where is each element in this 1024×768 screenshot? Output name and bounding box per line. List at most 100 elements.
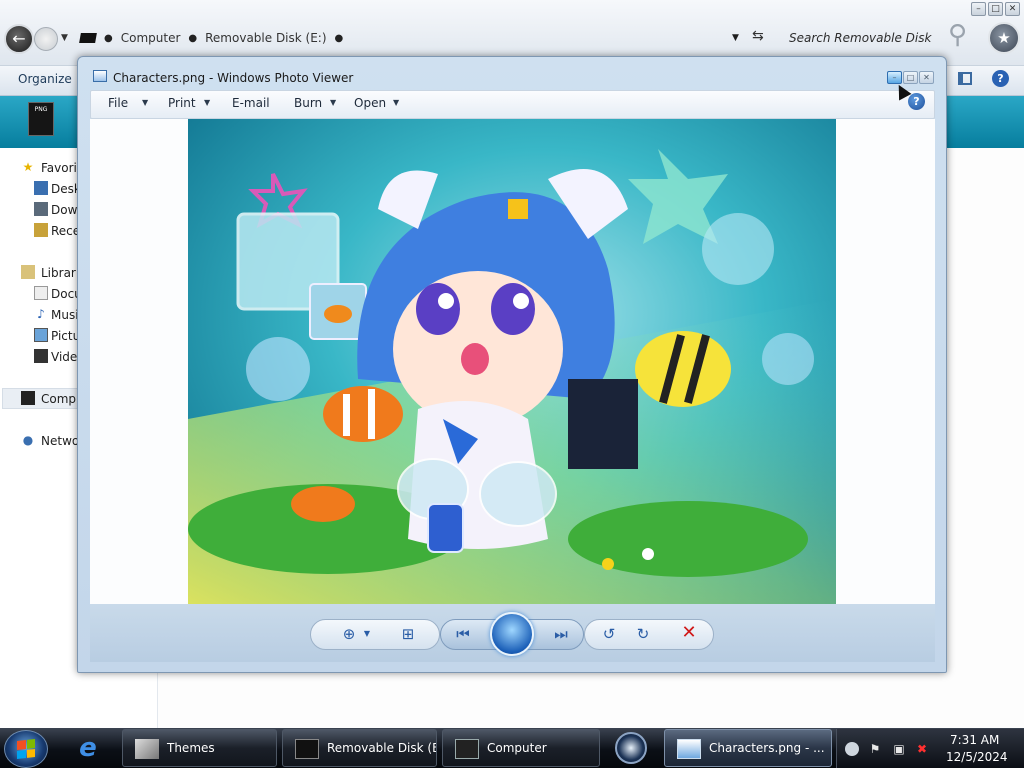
menu-email[interactable]: E-mail bbox=[232, 96, 270, 110]
volume-muted-icon[interactable]: ✖ bbox=[915, 742, 929, 756]
pictures-icon bbox=[34, 328, 48, 342]
back-button[interactable]: ← bbox=[4, 24, 34, 54]
menu-file[interactable]: File bbox=[108, 96, 128, 110]
taskbar-button-label: Themes bbox=[167, 741, 215, 755]
nav-item-recent-places[interactable]: Recent Places bbox=[51, 224, 78, 238]
nav-item-libraries[interactable]: Libraries bbox=[41, 266, 78, 280]
clock-date[interactable]: 12/5/2024 bbox=[946, 750, 1008, 764]
white-flower bbox=[642, 548, 654, 560]
minimize-icon[interactable]: – bbox=[971, 2, 986, 16]
actual-size-icon[interactable]: ⊞ bbox=[397, 624, 419, 644]
right-eye bbox=[491, 283, 535, 335]
bubble bbox=[762, 333, 814, 385]
computer-icon bbox=[455, 739, 479, 759]
forward-button[interactable] bbox=[34, 27, 58, 51]
clownfish-stripe bbox=[343, 394, 350, 436]
media-player-icon[interactable] bbox=[615, 732, 647, 764]
menu-print[interactable]: Print bbox=[168, 96, 196, 110]
nav-item-pictures[interactable]: Pictures bbox=[51, 329, 78, 343]
right-eye-shine bbox=[513, 293, 529, 309]
burn-dropdown-icon[interactable]: ▼ bbox=[330, 98, 336, 107]
network-status-icon[interactable]: ▣ bbox=[892, 742, 906, 756]
tray-app-icon[interactable] bbox=[845, 742, 859, 756]
displayed-image bbox=[188, 119, 836, 605]
goldfish bbox=[324, 305, 352, 323]
refresh-icon[interactable]: ⇆ bbox=[752, 28, 764, 44]
recent-pages-dropdown-icon[interactable]: ▼ bbox=[61, 33, 68, 43]
nav-item-documents[interactable]: Documents bbox=[51, 287, 78, 301]
taskbar-button-themes[interactable]: Themes bbox=[122, 729, 277, 767]
viewer-window-controls: – □ ✕ bbox=[887, 71, 934, 84]
star-icon: ★ bbox=[22, 160, 34, 174]
close-icon[interactable]: ✕ bbox=[1005, 2, 1020, 16]
address-bar[interactable]: ● Computer ● Removable Disk (E:) ● bbox=[76, 26, 776, 50]
breadcrumb-removable-disk[interactable]: Removable Disk (E:) bbox=[205, 31, 326, 45]
nav-item-videos[interactable]: Videos bbox=[51, 350, 78, 364]
bubble bbox=[246, 337, 310, 401]
nav-item-desktop[interactable]: Desktop bbox=[51, 182, 78, 196]
computer-icon bbox=[21, 391, 35, 405]
desktop-icon bbox=[34, 181, 48, 195]
slideshow-button[interactable] bbox=[490, 612, 534, 656]
rotate-clockwise-icon[interactable]: ↻ bbox=[632, 624, 654, 644]
nav-item-network[interactable]: Network bbox=[41, 434, 78, 448]
preview-pane-icon[interactable] bbox=[958, 72, 972, 85]
monitor bbox=[568, 379, 638, 469]
breadcrumb-separator-icon[interactable]: ● bbox=[335, 33, 344, 44]
taskbar-button-label: Computer bbox=[487, 741, 547, 755]
search-icon[interactable]: ⚲ bbox=[948, 20, 982, 54]
image-canvas[interactable] bbox=[90, 119, 935, 605]
small-clownfish bbox=[291, 486, 355, 522]
breadcrumb-separator-icon[interactable]: ● bbox=[104, 33, 113, 44]
left-eye-shine bbox=[438, 293, 454, 309]
zoom-dropdown-icon[interactable]: ▼ bbox=[356, 624, 378, 644]
photo-viewer-app-icon bbox=[93, 70, 107, 82]
windows-logo-clip bbox=[508, 199, 528, 219]
maximize-icon[interactable]: □ bbox=[988, 2, 1003, 16]
delete-icon[interactable]: ✕ bbox=[678, 623, 700, 643]
drive-icon bbox=[79, 33, 97, 43]
rotate-counterclockwise-icon[interactable]: ↺ bbox=[598, 624, 620, 644]
drive-icon bbox=[295, 739, 319, 759]
open-mouth bbox=[461, 343, 489, 375]
open-dropdown-icon[interactable]: ▼ bbox=[393, 98, 399, 107]
viewer-menu-bar bbox=[90, 90, 935, 119]
organize-button[interactable]: Organize bbox=[18, 72, 72, 86]
clock-time[interactable]: 7:31 AM bbox=[950, 733, 999, 747]
nav-item-music[interactable]: Music bbox=[51, 308, 78, 322]
left-eye bbox=[416, 283, 460, 335]
clownfish-stripe bbox=[368, 389, 375, 439]
themes-icon bbox=[135, 739, 159, 759]
search-input[interactable]: Search Removable Disk (E:) bbox=[784, 26, 936, 69]
next-icon[interactable]: ⏭ bbox=[550, 624, 572, 644]
taskbar-button-removable-disk[interactable]: Removable Disk (E:) bbox=[282, 729, 437, 767]
close-icon[interactable]: ✕ bbox=[919, 71, 934, 84]
file-dropdown-icon[interactable]: ▼ bbox=[142, 98, 148, 107]
menu-open[interactable]: Open bbox=[354, 96, 386, 110]
breadcrumb-computer[interactable]: Computer bbox=[121, 31, 181, 45]
address-dropdown-icon[interactable]: ▼ bbox=[732, 33, 739, 43]
taskbar-button-computer[interactable]: Computer bbox=[442, 729, 600, 767]
previous-icon[interactable]: ⏮ bbox=[452, 624, 474, 644]
music-player bbox=[427, 503, 464, 553]
menu-burn[interactable]: Burn bbox=[294, 96, 322, 110]
music-icon: ♪ bbox=[37, 307, 45, 321]
minimize-icon[interactable]: – bbox=[887, 71, 902, 84]
documents-icon bbox=[34, 286, 48, 300]
star-icon[interactable]: ★ bbox=[988, 22, 1020, 54]
fishbowl-right bbox=[479, 461, 557, 527]
help-icon[interactable]: ? bbox=[908, 93, 925, 110]
explorer-window-controls: – □ ✕ bbox=[971, 2, 1020, 16]
breadcrumb-separator-icon[interactable]: ● bbox=[188, 33, 197, 44]
print-dropdown-icon[interactable]: ▼ bbox=[204, 98, 210, 107]
videos-icon bbox=[34, 349, 48, 363]
help-icon[interactable]: ? bbox=[992, 70, 1009, 87]
photo-viewer-window: Characters.png - Windows Photo Viewer – … bbox=[77, 56, 947, 673]
nav-item-downloads[interactable]: Downloads bbox=[51, 203, 78, 217]
nav-item-computer[interactable]: Computer bbox=[41, 392, 78, 406]
internet-explorer-icon[interactable]: e bbox=[72, 732, 104, 764]
taskbar-button-photo-viewer[interactable]: Characters.png - ... bbox=[664, 729, 832, 767]
taskbar-button-label: Characters.png - ... bbox=[709, 741, 825, 755]
action-center-flag-icon[interactable]: ⚑ bbox=[868, 742, 882, 756]
bubble bbox=[702, 213, 774, 285]
